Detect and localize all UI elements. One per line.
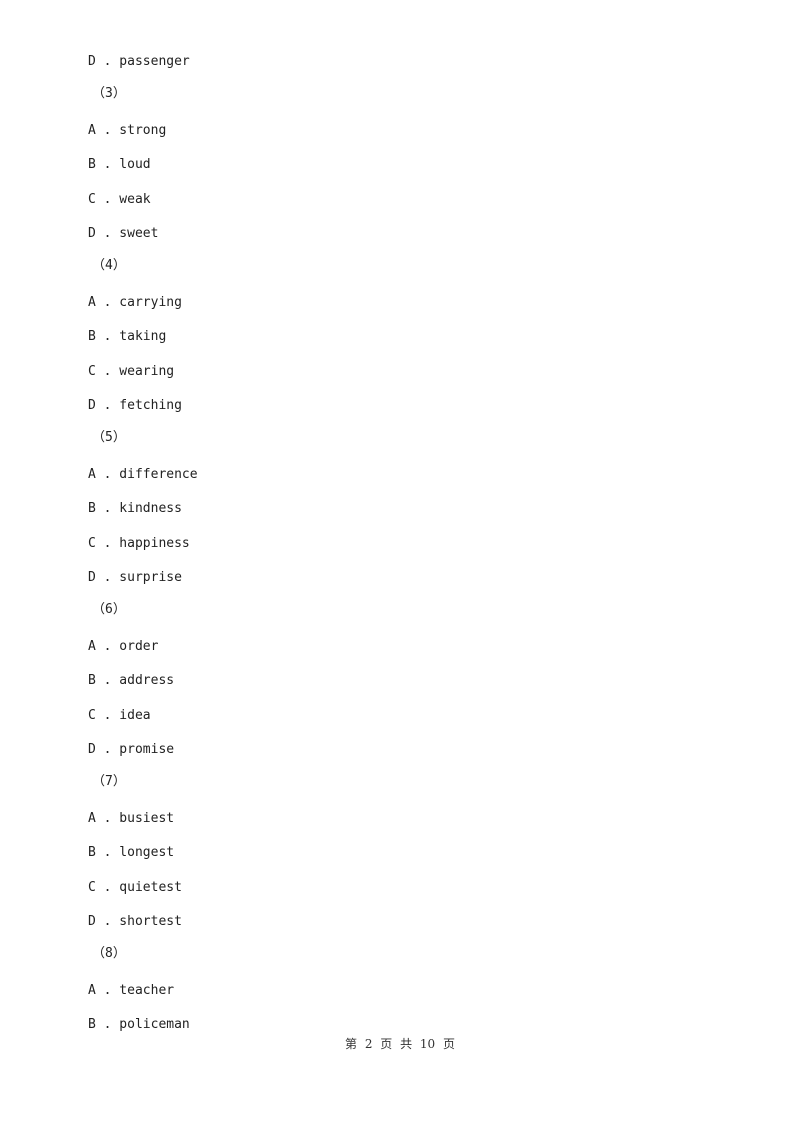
answer-option: D . surprise [88,570,182,585]
answer-option: A . order [88,639,159,654]
answer-option: C . wearing [88,364,175,379]
answer-option: D . fetching [88,398,182,413]
answer-option: A . strong [88,123,167,138]
answer-option: A . teacher [88,983,175,998]
answer-option: A . carrying [88,295,182,310]
answer-option: C . idea [88,708,151,723]
answer-option: B . loud [88,157,151,172]
page-footer: 第 2 页 共 10 页 [345,1037,455,1051]
question-number: （5） [92,430,126,445]
answer-option: C . quietest [88,880,182,895]
question-number: （3） [92,86,126,101]
answer-option: A . difference [88,467,198,482]
answer-option: A . busiest [88,811,175,826]
question-number: （6） [92,602,126,617]
answer-option: B . kindness [88,501,182,516]
answer-option: C . happiness [88,536,190,551]
question-number: （8） [92,946,126,961]
answer-option: B . address [88,673,175,688]
question-number: （7） [92,774,126,789]
answer-option: D . promise [88,742,175,757]
answer-option: D . shortest [88,914,182,929]
answer-option: C . weak [88,192,151,207]
answer-option: D . passenger [88,54,190,69]
question-number: （4） [92,258,126,273]
answer-option: B . taking [88,329,167,344]
answer-option: B . policeman [88,1017,190,1032]
answer-option: D . sweet [88,226,159,241]
answer-option: B . longest [88,845,175,860]
